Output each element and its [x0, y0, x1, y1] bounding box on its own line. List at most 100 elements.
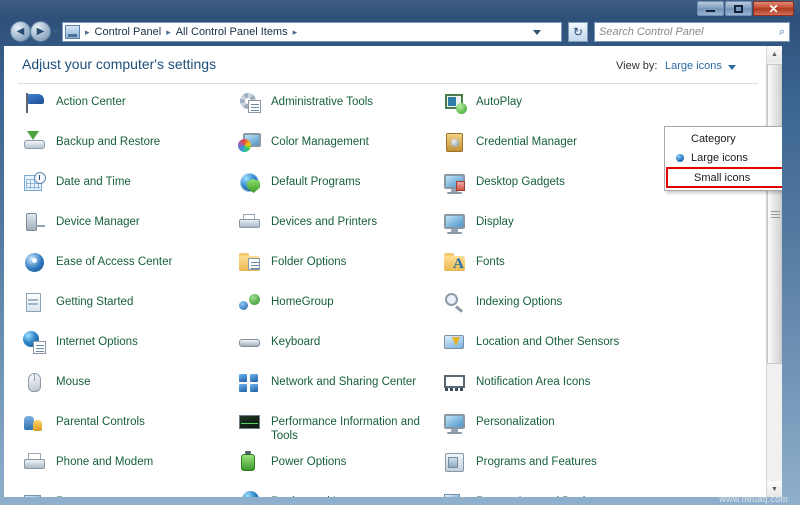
cp-item-default-programs[interactable]: Default Programs [237, 170, 442, 210]
search-box[interactable]: Search Control Panel ⌕ [594, 22, 790, 42]
power-battery-icon [237, 450, 263, 476]
cp-item-mouse[interactable]: Mouse [22, 370, 237, 410]
cp-item-phone-and-modem[interactable]: Phone and Modem [22, 450, 237, 490]
cp-item-label: Date and Time [56, 176, 131, 188]
cp-item-programs-and-features[interactable]: Programs and Features [442, 450, 672, 490]
view-by-menu[interactable]: Category Large icons Small icons [664, 126, 782, 191]
cp-item-label: Getting Started [56, 296, 134, 308]
fonts-icon: A [442, 250, 468, 276]
forward-arrow-icon: ▶ [36, 25, 45, 37]
items-column-2: Administrative Tools Color Management De… [237, 90, 442, 497]
cp-item-label: AutoPlay [476, 96, 523, 108]
minimize-button[interactable] [697, 1, 724, 16]
address-bar[interactable]: ▸ Control Panel ▸ All Control Panel Item… [62, 22, 562, 42]
title-bar: ✕ [0, 0, 800, 18]
search-input[interactable]: Search Control Panel [599, 26, 779, 38]
cp-item-ease-of-access-center[interactable]: Ease of Access Center [22, 250, 237, 290]
cp-item-autoplay[interactable]: AutoPlay [442, 90, 672, 130]
cp-item-performance-information-and-tools[interactable]: Performance Information and Tools [237, 410, 442, 450]
cp-item-recovery[interactable]: Recovery [22, 490, 237, 497]
cp-item-label: Administrative Tools [271, 96, 374, 108]
menu-item-category[interactable]: Category [665, 129, 782, 148]
scrollbar-thumb[interactable] [767, 64, 782, 364]
cp-item-credential-manager[interactable]: Credential Manager [442, 130, 672, 170]
document-icon [22, 290, 48, 316]
scroll-up-button[interactable]: ▲ [767, 46, 782, 62]
network-icon [237, 370, 263, 396]
color-wheel-monitor-icon [237, 130, 263, 156]
breadcrumb-separator-1: ▸ [166, 26, 171, 37]
cp-item-date-and-time[interactable]: Date and Time [22, 170, 237, 210]
cp-item-device-manager[interactable]: Device Manager [22, 210, 237, 250]
gear-checklist-icon [237, 90, 263, 116]
navigation-bar: ◀ ▶ ▸ Control Panel ▸ All Control Panel … [0, 18, 800, 46]
cp-item-parental-controls[interactable]: Parental Controls [22, 410, 237, 450]
cp-item-getting-started[interactable]: Getting Started [22, 290, 237, 330]
menu-item-small-icons[interactable]: Small icons [666, 167, 782, 188]
header-divider [18, 83, 758, 84]
cp-item-personalization[interactable]: Personalization [442, 410, 672, 450]
cp-item-power-options[interactable]: Power Options [237, 450, 442, 490]
globe-settings-icon [22, 330, 48, 356]
cp-item-indexing-options[interactable]: Indexing Options [442, 290, 672, 330]
autoplay-icon [442, 90, 468, 116]
vertical-scrollbar[interactable]: ▲ ▼ [766, 46, 782, 497]
cp-item-display[interactable]: Display [442, 210, 672, 250]
cp-item-folder-options[interactable]: Folder Options [237, 250, 442, 290]
scrollbar-grip-icon [771, 211, 780, 218]
cp-item-devices-and-printers[interactable]: Devices and Printers [237, 210, 442, 250]
cp-item-label: Personalization [476, 416, 555, 428]
minimize-icon [706, 10, 715, 12]
forward-button[interactable]: ▶ [30, 21, 51, 42]
folder-options-icon [237, 250, 263, 276]
cp-item-internet-options[interactable]: Internet Options [22, 330, 237, 370]
address-dropdown-icon[interactable] [533, 30, 541, 35]
cp-item-location-and-other-sensors[interactable]: Location and Other Sensors [442, 330, 672, 370]
close-button[interactable]: ✕ [753, 1, 794, 16]
cp-item-color-management[interactable]: Color Management [237, 130, 442, 170]
cp-item-label: Performance Information and Tools [271, 416, 420, 442]
region-language-icon [237, 490, 263, 497]
cp-item-keyboard[interactable]: Keyboard [237, 330, 442, 370]
cp-item-label: Mouse [56, 376, 91, 388]
cp-item-fonts[interactable]: A Fonts [442, 250, 672, 290]
refresh-button[interactable]: ↻ [568, 22, 588, 42]
items-column-1: Action Center Backup and Restore Date an… [4, 90, 237, 497]
maximize-button[interactable] [725, 1, 752, 16]
cp-item-label: Keyboard [271, 336, 321, 348]
clock-calendar-icon [22, 170, 48, 196]
magnifier-icon [442, 290, 468, 316]
cp-item-administrative-tools[interactable]: Administrative Tools [237, 90, 442, 130]
printer-icon [237, 210, 263, 236]
cp-item-desktop-gadgets[interactable]: Desktop Gadgets [442, 170, 672, 210]
control-panel-icon [65, 25, 80, 39]
cp-item-label: Programs and Features [476, 456, 597, 468]
breadcrumb-separator-2[interactable]: ▸ [290, 27, 301, 38]
computer-tower-icon [22, 210, 48, 236]
chevron-down-icon: ▼ [771, 485, 778, 493]
refresh-icon: ↻ [572, 25, 584, 39]
cp-item-action-center[interactable]: Action Center [22, 90, 237, 130]
cp-item-label: Credential Manager [476, 136, 578, 148]
view-by-dropdown[interactable]: Large icons [665, 60, 722, 72]
cp-item-homegroup[interactable]: HomeGroup [237, 290, 442, 330]
cp-item-backup-and-restore[interactable]: Backup and Restore [22, 130, 237, 170]
content-header: Adjust your computer's settings View by:… [4, 46, 782, 84]
cp-item-label: Desktop Gadgets [476, 176, 565, 188]
cp-item-label: Parental Controls [56, 416, 145, 428]
cp-item-label: Color Management [271, 136, 369, 148]
chevron-down-icon[interactable] [728, 65, 736, 70]
cp-item-region-and-language[interactable]: Region and Language [237, 490, 442, 497]
breadcrumb-all-items[interactable]: All Control Panel Items [174, 26, 290, 38]
cp-item-remoteapp-and-desktop-connections[interactable]: RemoteApp and Desktop Connections [442, 490, 672, 497]
window-controls: ✕ [697, 1, 794, 16]
mouse-icon [22, 370, 48, 396]
cp-item-label: Default Programs [271, 176, 361, 188]
recent-locations-chevron-icon[interactable] [52, 30, 58, 34]
cp-item-network-and-sharing-center[interactable]: Network and Sharing Center [237, 370, 442, 410]
cp-item-notification-area-icons[interactable]: Notification Area Icons [442, 370, 672, 410]
cp-item-label: Folder Options [271, 256, 347, 268]
menu-item-large-icons[interactable]: Large icons [665, 148, 782, 167]
breadcrumb-control-panel[interactable]: Control Panel [93, 26, 164, 38]
back-button[interactable]: ◀ [10, 21, 31, 42]
